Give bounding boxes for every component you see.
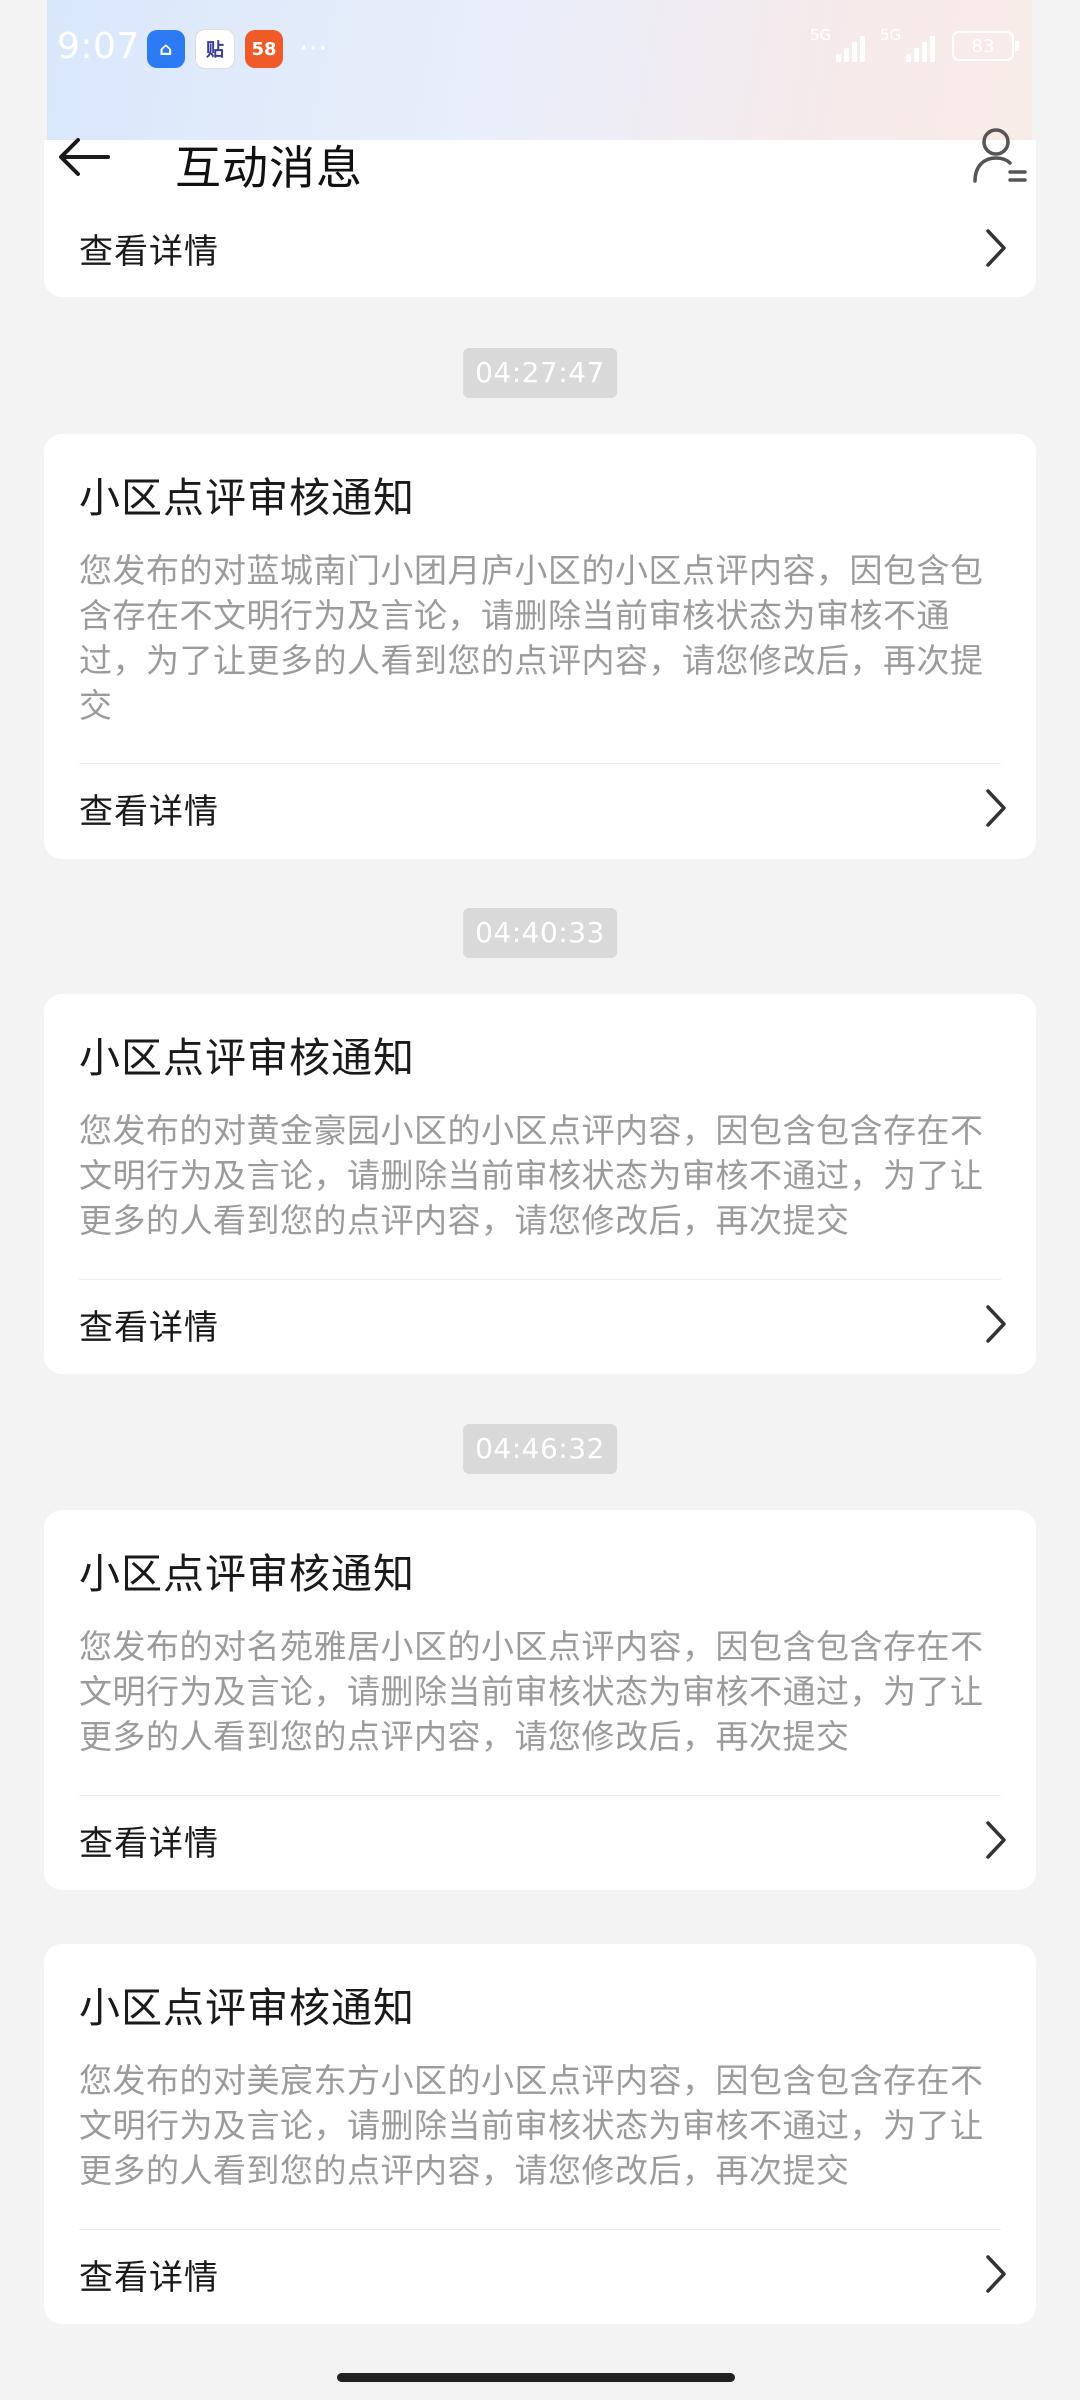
page-title: 互动消息 bbox=[175, 141, 363, 195]
view-details-label: 查看详情 bbox=[79, 1823, 219, 1864]
signal-strength-icon: 5G bbox=[810, 26, 872, 62]
58-app-icon: 58 bbox=[245, 30, 283, 68]
view-details-label: 查看详情 bbox=[79, 231, 219, 272]
battery-level: 83 bbox=[971, 35, 995, 57]
message-body: 您发布的对蓝城南门小团月庐小区的小区点评内容，因包含包含存在不文明行为及言论，请… bbox=[79, 551, 984, 725]
divider bbox=[79, 763, 1001, 764]
user-list-icon bbox=[973, 128, 1027, 183]
chevron-right-icon bbox=[976, 2252, 1016, 2296]
back-arrow-icon bbox=[59, 138, 110, 176]
message-card[interactable]: 小区点评审核通知 您发布的对蓝城南门小团月庐小区的小区点评内容，因包含包含存在不… bbox=[44, 434, 1036, 859]
view-details-link[interactable]: 查看详情 bbox=[79, 1800, 1016, 1880]
home-app-icon: ⌂ bbox=[147, 30, 185, 68]
view-details-link[interactable]: 查看详情 bbox=[79, 2234, 1016, 2314]
view-details-link[interactable]: 查看详情 bbox=[79, 1284, 1016, 1364]
notification-app-icons: ⌂ 贴 58 ··· bbox=[147, 29, 328, 69]
divider bbox=[79, 1279, 1001, 1280]
message-card[interactable]: 小区点评审核通知 您发布的对名苑雅居小区的小区点评内容，因包含包含存在不文明行为… bbox=[44, 1510, 1036, 1890]
message-card[interactable]: 小区点评审核通知 您发布的对黄金豪园小区的小区点评内容，因包含包含存在不文明行为… bbox=[44, 994, 1036, 1374]
view-details-label: 查看详情 bbox=[79, 2257, 219, 2298]
message-body: 您发布的对名苑雅居小区的小区点评内容，因包含包含存在不文明行为及言论，请删除当前… bbox=[79, 1627, 984, 1756]
tieba-app-icon: 贴 bbox=[195, 29, 235, 69]
chevron-right-icon bbox=[976, 1818, 1016, 1862]
chevron-right-icon bbox=[976, 226, 1016, 270]
battery-icon: 83 bbox=[952, 31, 1019, 61]
message-timestamp: 04:46:32 bbox=[463, 1424, 617, 1474]
message-title: 小区点评审核通知 bbox=[79, 1550, 415, 1598]
chevron-right-icon bbox=[976, 786, 1016, 830]
more-notifications-icon: ··· bbox=[299, 31, 328, 66]
divider bbox=[79, 1795, 1001, 1796]
network-type-label-2: 5G bbox=[880, 26, 902, 44]
message-body: 您发布的对黄金豪园小区的小区点评内容，因包含包含存在不文明行为及言论，请删除当前… bbox=[79, 1111, 984, 1240]
home-indicator[interactable] bbox=[337, 2373, 735, 2382]
status-bar: 9:07 ⌂ 贴 58 ··· 5G 5G 83 bbox=[47, 0, 1032, 96]
network-type-label: 5G bbox=[810, 26, 832, 44]
status-time: 9:07 bbox=[57, 26, 140, 67]
message-title: 小区点评审核通知 bbox=[79, 1984, 415, 2032]
message-timestamp: 04:40:33 bbox=[463, 908, 617, 958]
signal-strength-icon-2: 5G bbox=[880, 26, 942, 62]
message-body: 您发布的对美宸东方小区的小区点评内容，因包含包含存在不文明行为及言论，请删除当前… bbox=[79, 2061, 984, 2190]
status-indicators: 5G 5G 83 bbox=[810, 26, 1019, 62]
view-details-label: 查看详情 bbox=[79, 791, 219, 832]
user-settings-button[interactable] bbox=[968, 124, 1032, 188]
back-button[interactable] bbox=[55, 128, 113, 186]
message-title: 小区点评审核通知 bbox=[79, 1034, 415, 1082]
divider bbox=[79, 2229, 1001, 2230]
message-card[interactable]: 小区点评审核通知 您发布的对美宸东方小区的小区点评内容，因包含包含存在不文明行为… bbox=[44, 1944, 1036, 2324]
app-header: 互动消息 bbox=[47, 96, 1032, 216]
message-timestamp: 04:27:47 bbox=[463, 348, 617, 398]
view-details-label: 查看详情 bbox=[79, 1307, 219, 1348]
message-title: 小区点评审核通知 bbox=[79, 474, 415, 522]
view-details-link[interactable]: 查看详情 bbox=[79, 768, 1016, 848]
view-details-link[interactable]: 查看详情 bbox=[79, 208, 1016, 288]
chevron-right-icon bbox=[976, 1302, 1016, 1346]
